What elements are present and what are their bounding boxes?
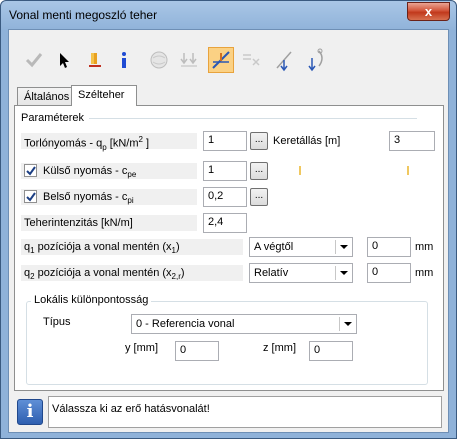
arrows-down-icon[interactable] [176, 47, 202, 73]
z-input[interactable]: 0 [309, 341, 353, 361]
intensity-input[interactable]: 2,4 [203, 213, 247, 233]
info-icon[interactable] [111, 47, 137, 73]
window-title: Vonal menti megoszló teher [9, 8, 158, 22]
group-label-local-eccentricity: Lokális különpontosság [31, 294, 152, 306]
qp-input[interactable]: 1 [203, 131, 247, 151]
dialog-window: Vonal menti megoszló teher x Általános S… [0, 0, 457, 439]
toolbar [18, 37, 448, 83]
section-label-parameters: Paraméterek [21, 112, 84, 124]
q1-position-label: q1 pozíciója a vonal mentén (x1) [21, 239, 243, 255]
cpi-input[interactable]: 0,2 [203, 187, 247, 207]
q1-mode-select[interactable]: A végtől [249, 237, 353, 257]
q2-unit: mm [415, 267, 434, 279]
cpe-input[interactable]: 1 [203, 161, 247, 181]
type-label: Típus [43, 316, 71, 328]
q2-position-label: q2 pozíciója a vonal mentén (x2,r) [21, 265, 243, 281]
curve-arrow-icon[interactable] [303, 47, 329, 73]
local-eccentricity-group: Lokális különpontosság Típus 0 - Referen… [26, 294, 428, 385]
pointer-icon[interactable] [51, 47, 77, 73]
section-divider [89, 118, 417, 119]
q1-position-input[interactable]: 0 [367, 237, 411, 257]
color-pencil-icon[interactable] [81, 47, 107, 73]
intensity-label: Teherintenzitás [kN/m] [21, 215, 197, 231]
title-bar[interactable]: Vonal menti megoszló teher x [1, 1, 456, 29]
cpi-label: Belső nyomás - cpi [21, 189, 197, 205]
tab-wind-load[interactable]: Szélteher [71, 85, 137, 106]
q2-mode-select[interactable]: Relatív [249, 263, 353, 283]
select-line-icon[interactable] [238, 47, 264, 73]
q2-position-input[interactable]: 0 [367, 263, 411, 283]
type-select[interactable]: 0 - Referencia vonal [131, 314, 357, 334]
cpe-checkbox[interactable] [24, 164, 37, 177]
info-icon: i [17, 399, 43, 425]
chevron-down-icon [335, 266, 350, 280]
marker-tick [407, 166, 409, 175]
checkmark-icon[interactable] [21, 47, 47, 73]
frame-spacing-input[interactable]: 3 [389, 131, 435, 151]
load-line-icon[interactable] [208, 47, 234, 73]
frame-spacing-label: Keretállás [m] [273, 135, 341, 147]
chevron-down-icon [339, 317, 354, 331]
close-button[interactable]: x [407, 2, 450, 21]
chevron-down-icon [335, 240, 350, 254]
line-arrow-icon[interactable] [271, 47, 297, 73]
cpe-label: Külső nyomás - cpe [21, 163, 197, 179]
status-bar: i Válassza ki az erő hatásvonalát! [14, 394, 444, 430]
cpe-browse-button[interactable]: ... [250, 162, 268, 180]
qp-label: Torlónyomás - qp [kN/m2 ] [21, 133, 197, 152]
qp-browse-button[interactable]: ... [250, 132, 268, 150]
marker-tick [299, 166, 301, 175]
cpi-browse-button[interactable]: ... [250, 188, 268, 206]
sphere-icon[interactable] [146, 47, 172, 73]
q1-unit: mm [415, 241, 434, 253]
dialog-body: Általános Szélteher Paraméterek Torlónyo… [8, 29, 449, 433]
y-label: y [mm] [125, 342, 158, 354]
status-message: Válassza ki az erő hatásvonalát! [48, 396, 442, 428]
tab-general[interactable]: Általános [17, 87, 73, 106]
y-input[interactable]: 0 [175, 341, 219, 361]
z-label: z [mm] [263, 342, 296, 354]
cpi-checkbox[interactable] [24, 190, 37, 203]
